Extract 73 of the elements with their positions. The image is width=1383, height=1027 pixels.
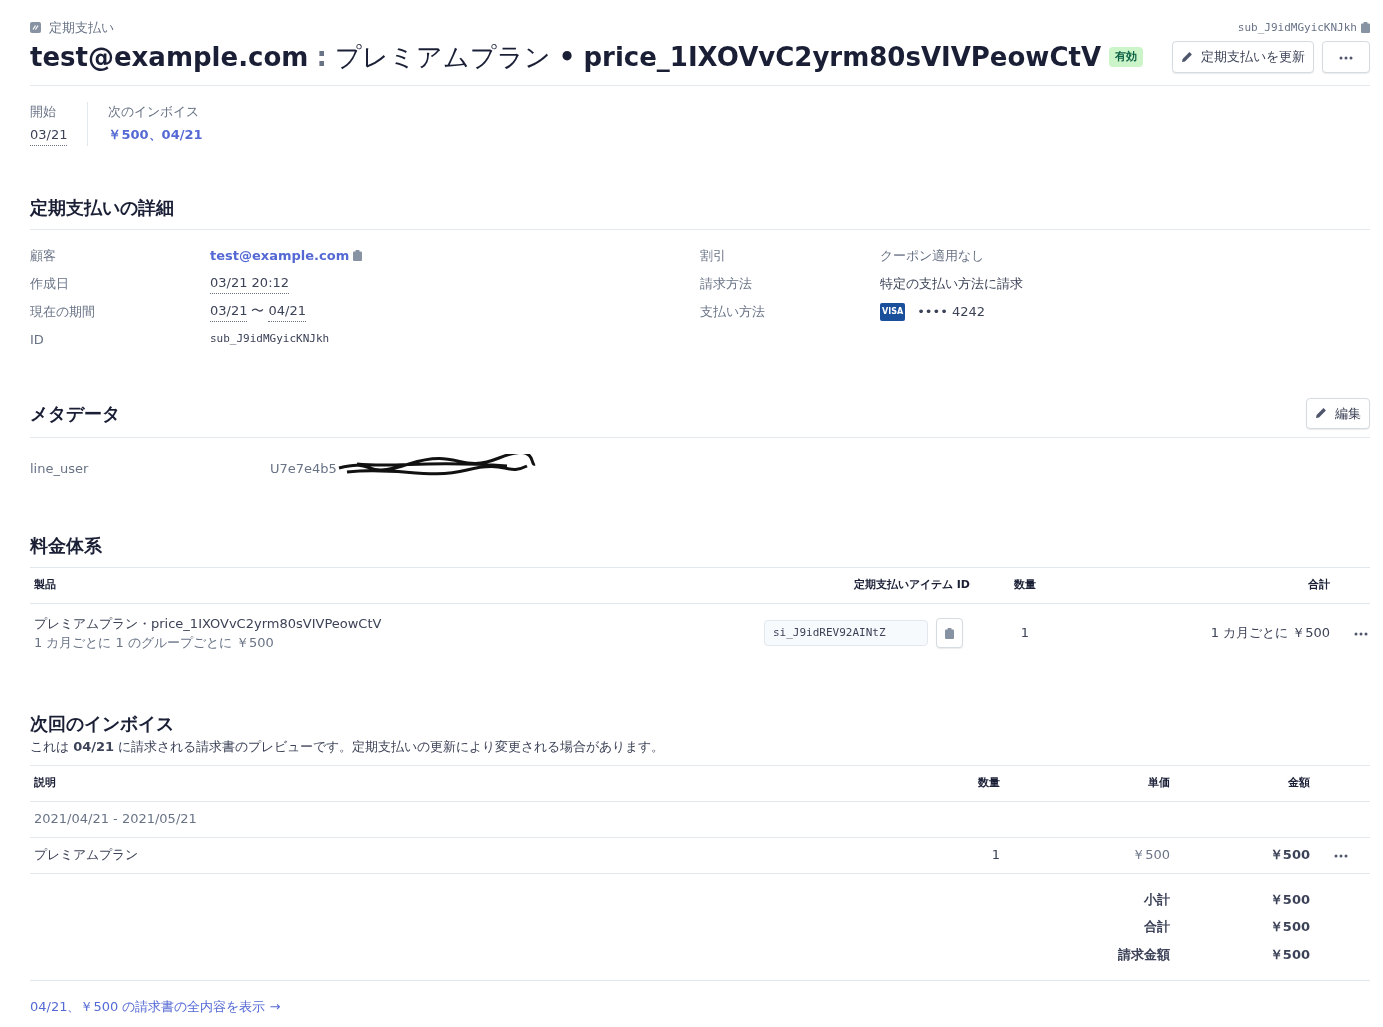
date-value: 04/21: [268, 301, 306, 322]
total-cell-text: 1 カ月ごとに ￥500: [1209, 624, 1330, 643]
summary-label: 開始: [30, 102, 57, 121]
item-id-field[interactable]: si_J9idREV92AINtZ: [764, 619, 928, 647]
status-badge: 有効: [1109, 46, 1143, 68]
more-icon: [1339, 55, 1353, 60]
detail-label: 現在の期間: [30, 302, 96, 321]
subscription-icon: [30, 22, 41, 34]
detail-label: 割引: [700, 246, 727, 265]
pencil-icon: [1181, 51, 1193, 63]
column-header: 金額: [1287, 774, 1310, 791]
section-title: メタデータ: [30, 401, 120, 426]
amount-cell-text: ￥500: [1268, 846, 1310, 865]
card-number: •••• 4242: [917, 302, 985, 321]
total-value: ￥500: [1268, 945, 1310, 964]
column-header: 数量: [977, 774, 1000, 791]
unit-price-cell-text: ￥500: [1131, 846, 1170, 865]
title-email: test@example.com: [30, 40, 309, 74]
product-subtitle: 1 カ月ごとに 1 のグループごとに ￥500: [34, 634, 275, 652]
section-title: 料金体系: [30, 534, 103, 558]
customer-link[interactable]: test@example.com: [210, 245, 350, 266]
total-label: 小計: [1143, 890, 1170, 909]
column-header: 合計: [1307, 577, 1330, 594]
column-header: 定期支払いアイテム ID: [852, 577, 970, 594]
detail-label: 支払い方法: [700, 302, 766, 321]
invoice-link[interactable]: ￥500、04/21: [108, 125, 203, 145]
period-separator: 〜: [251, 302, 265, 321]
edit-button[interactable]: 編集: [1306, 397, 1370, 429]
title-separator: :: [316, 40, 327, 74]
date-value: 03/21: [210, 301, 248, 322]
column-header: 製品: [33, 577, 57, 594]
column-header: 数量: [1013, 577, 1037, 594]
update-subscription-button[interactable]: 定期支払いを更新: [1172, 41, 1314, 73]
total-label: 請求金額: [1117, 945, 1170, 964]
quantity-cell-text: 1: [1019, 624, 1031, 643]
detail-value: クーポン適用なし: [880, 246, 984, 265]
more-icon[interactable]: [1354, 631, 1368, 636]
more-icon[interactable]: [1334, 853, 1348, 858]
total-value: ￥500: [1268, 890, 1310, 909]
section-title: 定期支払いの詳細: [30, 195, 175, 220]
clipboard-icon[interactable]: [1361, 22, 1370, 34]
subscription-id: sub_J9idMGyicKNJkh: [1237, 19, 1357, 36]
detail-label: ID: [30, 330, 45, 349]
detail-label: 作成日: [30, 274, 70, 293]
column-header: 説明: [33, 774, 57, 791]
detail-value: 特定の支払い方法に請求: [880, 274, 1023, 293]
copy-button[interactable]: [936, 618, 963, 648]
section-title: 次回のインボイス: [30, 712, 175, 736]
quantity-cell-text: 1: [990, 846, 1000, 865]
id-value: sub_J9idMGyicKNJkh: [210, 331, 330, 348]
title-price: price_1IXOVvC2yrm80sVIVPeowCtV: [583, 40, 1101, 74]
clipboard-icon[interactable]: [353, 250, 363, 261]
title-dot: •: [558, 40, 576, 74]
date-value: 03/21 20:12: [210, 273, 290, 294]
kind-label: 定期支払い: [49, 19, 114, 37]
period-row-text: 2021/04/21 - 2021/05/21: [33, 810, 197, 829]
metadata-key: line_user: [30, 459, 270, 479]
date-value: 03/21: [30, 125, 68, 146]
product-name: プレミアムプラン・price_1IXOVvC2yrm80sVIVPeowCtV: [34, 614, 383, 633]
metadata-value: U7e7e4b5: [270, 460, 337, 479]
full-invoice-link[interactable]: 04/21、￥500 の請求書の全内容を表示 →: [30, 999, 281, 1014]
detail-label: 顧客: [30, 246, 57, 265]
total-label: 合計: [1143, 918, 1170, 936]
clipboard-icon[interactable]: [945, 628, 954, 640]
detail-label: 請求方法: [700, 274, 753, 293]
card-brand-icon: VISA: [880, 302, 906, 321]
invoice-description: これは 04/21 に請求される請求書のプレビューです。定期支払いの更新により変更される場合があります。: [30, 738, 666, 756]
column-header: 単価: [1147, 774, 1170, 791]
total-value: ￥500: [1268, 918, 1310, 936]
line-description: プレミアムプラン: [33, 846, 139, 865]
title-plan: プレミアムプラン: [334, 40, 551, 74]
pencil-icon: [1315, 407, 1327, 420]
summary-label: 次のインボイス: [108, 102, 201, 121]
